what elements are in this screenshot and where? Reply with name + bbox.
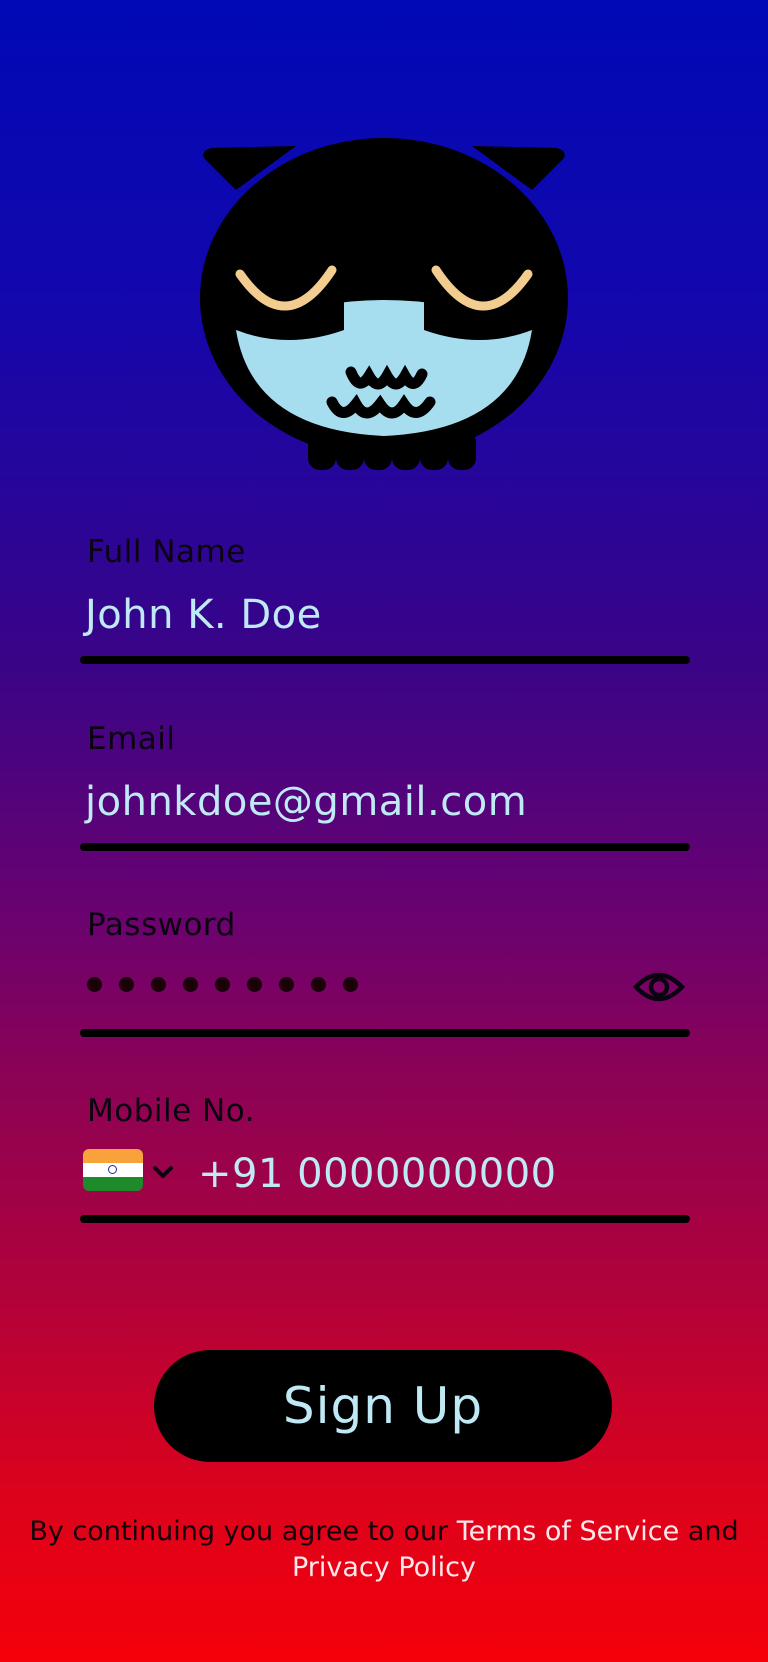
- sign-up-button[interactable]: Sign Up: [154, 1350, 612, 1462]
- mobile-label: Mobile No.: [87, 1093, 256, 1129]
- password-dot: [119, 977, 134, 992]
- sleeping-owl-icon: [200, 138, 568, 470]
- full-name-underline: [80, 656, 690, 664]
- india-flag-icon[interactable]: [83, 1149, 143, 1191]
- password-dot: [183, 977, 198, 992]
- password-label: Password: [87, 907, 236, 943]
- full-name-input[interactable]: John K. Doe: [85, 592, 322, 638]
- terms-of-service-link[interactable]: Terms of Service: [457, 1516, 680, 1547]
- email-input[interactable]: johnkdoe@gmail.com: [85, 779, 527, 825]
- email-label: Email: [87, 721, 176, 757]
- email-underline: [80, 843, 690, 851]
- eye-icon[interactable]: [633, 967, 685, 1007]
- password-dot: [279, 977, 294, 992]
- password-dot: [311, 977, 326, 992]
- mobile-input[interactable]: +91 0000000000: [198, 1151, 557, 1197]
- password-dot: [87, 977, 102, 992]
- privacy-policy-link[interactable]: Privacy Policy: [292, 1552, 476, 1583]
- password-input[interactable]: [87, 977, 358, 992]
- password-dot: [247, 977, 262, 992]
- mobile-underline: [80, 1215, 690, 1223]
- password-dot: [343, 977, 358, 992]
- password-underline: [80, 1029, 690, 1037]
- password-dot: [151, 977, 166, 992]
- chevron-down-icon[interactable]: [150, 1153, 176, 1189]
- terms-text: By continuing you agree to our Terms of …: [0, 1514, 768, 1586]
- terms-prefix: By continuing you agree to our: [29, 1516, 457, 1547]
- password-dot: [215, 977, 230, 992]
- terms-middle: and: [679, 1516, 739, 1547]
- full-name-label: Full Name: [87, 534, 246, 570]
